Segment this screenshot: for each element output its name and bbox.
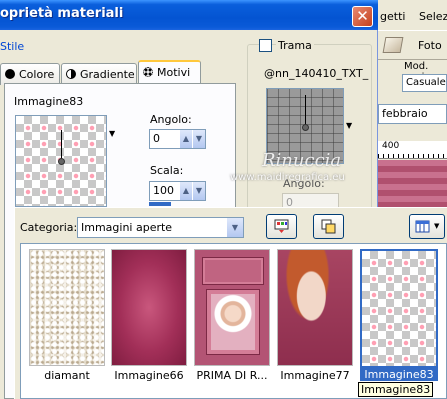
category-label: Categoria: <box>20 221 78 234</box>
chevron-down-icon[interactable]: ▼ <box>192 182 205 200</box>
layer-name-field[interactable]: febbraio <box>378 104 447 124</box>
tab-motivi-label: Motivi <box>157 66 191 79</box>
tab-motivi[interactable]: Motivi <box>138 60 201 85</box>
texture-angle-handle[interactable] <box>302 124 309 131</box>
close-button[interactable]: ✕ <box>352 6 373 27</box>
copy-pattern-button[interactable] <box>313 214 344 239</box>
category-select[interactable]: Immagini aperte ▼ <box>77 217 244 238</box>
thumbnail-label: diamant <box>44 369 90 382</box>
pattern-name: Immagine83 <box>14 95 84 108</box>
thumbnail-diamant[interactable] <box>29 249 105 366</box>
thumbnail-label: Immagine77 <box>280 369 350 382</box>
frame-decoration <box>202 257 264 285</box>
spin-updown-icon[interactable]: ▲ <box>179 130 192 148</box>
scale-label: Scala: <box>150 164 184 177</box>
thumbnail-label-selected: Immagine83 <box>360 368 438 381</box>
watermark-name: Rinuccia <box>262 150 342 171</box>
texture-label: Trama <box>276 39 314 52</box>
thumbnail-tooltip: Immagine83 <box>358 382 434 397</box>
texture-dropdown-icon[interactable]: ▼ <box>346 121 352 130</box>
tab-gradiente[interactable]: Gradiente <box>61 63 137 85</box>
angle-label: Angolo: <box>150 113 192 126</box>
style-group-label: Stile <box>0 40 25 53</box>
pattern-preview[interactable] <box>15 115 107 207</box>
chevron-down-icon[interactable]: ▼ <box>226 218 243 237</box>
angle-value: 0 <box>153 132 160 145</box>
pattern-icon <box>143 67 153 77</box>
menu-item-getti[interactable]: getti <box>380 10 405 23</box>
category-value: Immagini aperte <box>81 221 173 234</box>
pattern-dropdown-icon[interactable]: ▼ <box>109 129 115 138</box>
mode-select-value: Casuale <box>406 77 446 88</box>
ruler-number: 400 <box>382 141 400 151</box>
thumbnail-label: PRIMA DI R... <box>196 369 268 382</box>
thumbnail-label: Immagine66 <box>114 369 184 382</box>
framed-portrait <box>206 289 260 355</box>
view-options-button[interactable]: ▼ <box>409 214 445 239</box>
circle-icon <box>5 69 15 79</box>
grid-view-icon <box>415 220 430 233</box>
dialog-title: oprietà materiali <box>0 6 124 21</box>
watermark-url: www.maidiregrafica.eu <box>230 172 345 183</box>
tab-colore-label: Colore <box>19 68 55 81</box>
angle-spin-arrows: ▲ ▼ <box>179 130 205 148</box>
tab-colore[interactable]: Colore <box>0 63 60 85</box>
gradient-icon <box>66 69 76 79</box>
angle-spinner[interactable]: 0 ▲ ▼ <box>149 129 206 149</box>
tab-gradiente-label: Gradiente <box>80 68 135 81</box>
menu-item-selezi[interactable]: Selezi <box>419 10 447 23</box>
thumbnail-immagine77[interactable] <box>277 249 353 366</box>
pattern-angle-handle[interactable] <box>58 158 65 165</box>
spin-updown-icon[interactable]: ▲ <box>179 182 192 200</box>
thumbnail-immagine66[interactable] <box>111 249 187 366</box>
eraser-icon[interactable] <box>382 37 404 53</box>
thumbnail-prima-di-r[interactable] <box>194 249 270 366</box>
toolbar-photo-label[interactable]: Foto <box>418 39 442 52</box>
thumbnail-immagine83[interactable] <box>360 249 438 368</box>
copy-icon <box>321 219 336 234</box>
texture-name: @nn_140410_TXT_ <box>264 67 369 80</box>
chevron-down-icon[interactable]: ▼ <box>192 130 205 148</box>
scale-value: 100 <box>153 184 174 197</box>
scale-slider-fill[interactable] <box>149 202 171 206</box>
palette-icon <box>274 219 289 233</box>
scale-spin-arrows: ▲ ▼ <box>179 182 205 200</box>
layer-name-value: febbraio <box>382 107 428 120</box>
image-canvas[interactable] <box>378 160 447 208</box>
texture-checkbox[interactable] <box>259 39 272 52</box>
mode-select[interactable]: Casuale <box>402 74 447 92</box>
add-pattern-button[interactable] <box>266 214 297 239</box>
close-icon: ✕ <box>356 7 369 25</box>
scale-spinner[interactable]: 100 ▲ ▼ <box>149 181 206 201</box>
chevron-down-icon: ▼ <box>434 222 440 230</box>
